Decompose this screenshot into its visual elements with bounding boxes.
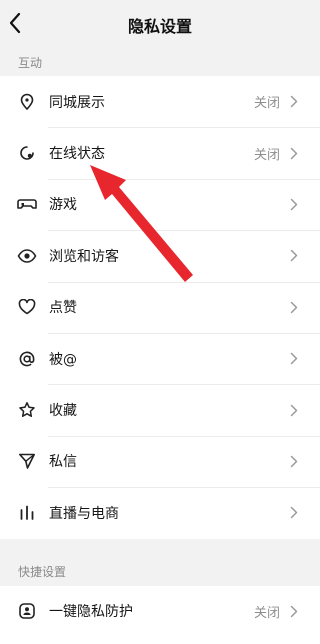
row-label: 在线状态	[49, 146, 105, 163]
section-label-interaction: 互动	[18, 56, 43, 70]
row-label: 同城展示	[49, 94, 105, 111]
row-favorites[interactable]: 收藏	[0, 384, 320, 435]
row-label: 游戏	[49, 197, 77, 214]
at-sign-icon	[16, 348, 38, 370]
row-online-status[interactable]: 在线状态 关闭	[0, 127, 320, 178]
row-label: 一键隐私防护	[49, 604, 133, 620]
star-icon	[16, 399, 38, 421]
chevron-right-icon	[288, 454, 300, 468]
chevron-right-icon	[288, 95, 300, 109]
row-likes[interactable]: 点赞	[0, 281, 320, 333]
row-games[interactable]: 游戏	[0, 178, 320, 230]
row-private-messages[interactable]: 私信	[0, 435, 320, 487]
interaction-settings-card: 同城展示 关闭 在线状态 关闭 游戏 浏览和访客 点赞 被@ 收藏 私信 直播与…	[0, 76, 320, 539]
row-label: 私信	[49, 454, 77, 471]
row-one-click-privacy[interactable]: 一键隐私防护 关闭	[0, 586, 320, 636]
chevron-right-icon	[288, 352, 300, 366]
row-mentions[interactable]: 被@	[0, 332, 320, 384]
row-status-value: 关闭	[253, 605, 280, 621]
row-label: 点赞	[49, 300, 77, 317]
row-label: 被@	[49, 351, 77, 368]
row-label: 浏览和访客	[49, 248, 119, 265]
row-status-value: 关闭	[253, 96, 280, 112]
bar-chart-icon	[16, 502, 38, 524]
page-title: 隐私设置	[127, 17, 192, 36]
row-label: 收藏	[49, 403, 77, 420]
chevron-right-icon	[288, 300, 300, 314]
chevron-right-icon	[288, 403, 300, 417]
row-local-display[interactable]: 同城展示 关闭	[0, 76, 320, 127]
location-pin-icon	[16, 91, 38, 113]
heart-icon	[16, 296, 38, 318]
chevron-right-icon	[288, 506, 300, 520]
chevron-right-icon	[288, 604, 300, 618]
chevron-right-icon	[288, 197, 300, 211]
row-live-commerce[interactable]: 直播与电商	[0, 487, 320, 538]
send-icon	[16, 450, 38, 472]
row-status-value: 关闭	[253, 147, 280, 163]
game-controller-icon	[16, 193, 38, 215]
chevron-right-icon	[288, 146, 300, 160]
row-browsing-visitors[interactable]: 浏览和访客	[0, 230, 320, 281]
online-status-icon	[16, 142, 38, 164]
eye-icon	[16, 245, 38, 267]
section-label-quick-settings: 快捷设置	[18, 565, 67, 579]
quick-settings-card: 一键隐私防护 关闭	[0, 586, 320, 644]
privacy-shield-icon	[16, 600, 38, 622]
header-bar: 隐私设置	[0, 0, 320, 48]
row-label: 直播与电商	[49, 505, 119, 522]
chevron-right-icon	[288, 249, 300, 263]
